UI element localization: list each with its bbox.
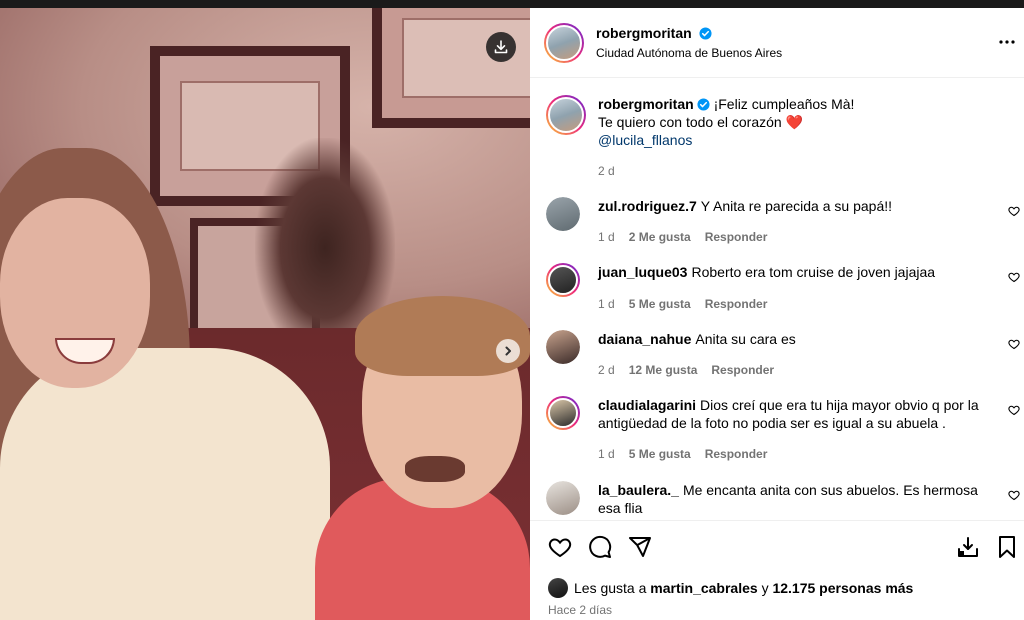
photo-picture-frame (372, 8, 530, 128)
commenter-avatar[interactable] (546, 481, 580, 515)
likes-prefix: Les gusta a (574, 580, 647, 596)
reply-button[interactable]: Responder (711, 363, 774, 377)
caption-time: 2 d (598, 164, 615, 178)
browser-top-strip (0, 0, 1024, 8)
verified-badge-icon (699, 27, 712, 40)
chevron-right-icon (505, 346, 511, 356)
comment-time: 1 d (598, 230, 615, 244)
comment-username[interactable]: zul.rodriguez.7 (598, 198, 697, 214)
comments-list[interactable]: robergmoritan ¡Feliz cumpleaños Mà! Te q… (530, 79, 1024, 519)
download-icon (494, 40, 508, 54)
share-icon[interactable] (628, 535, 652, 559)
comment-username[interactable]: claudialagarini (598, 397, 696, 413)
comment-likes[interactable]: 5 Me gusta (629, 297, 691, 311)
comment-text: Y Anita re parecida a su papá!! (700, 198, 893, 214)
liker-avatar (548, 578, 568, 598)
caption-username[interactable]: robergmoritan (598, 96, 694, 112)
download-button[interactable] (486, 32, 516, 62)
commenter-avatar[interactable] (546, 197, 580, 231)
likes-count[interactable]: 12.175 personas más (772, 580, 913, 596)
likes-and: y (761, 580, 769, 596)
heart-icon[interactable] (1008, 205, 1020, 217)
heart-emoji: ❤️ (785, 114, 804, 130)
comment-text: Roberto era tom cruise de joven jajajaa (691, 264, 936, 280)
heart-icon[interactable] (548, 535, 572, 559)
comment-time: 2 d (598, 363, 615, 377)
comment-time: 1 d (598, 447, 615, 461)
liked-by-user[interactable]: martin_cabrales (650, 580, 757, 596)
heart-icon[interactable] (1008, 271, 1020, 283)
comment-username[interactable]: daiana_nahue (598, 331, 691, 347)
post-header: robergmoritan Ciudad Autónoma de Buenos … (530, 8, 1024, 78)
author-avatar[interactable] (544, 23, 584, 63)
caption-line-2: Te quiero con todo el corazón (598, 114, 782, 130)
comment-likes[interactable]: 2 Me gusta (629, 230, 691, 244)
more-options-icon[interactable] (998, 33, 1016, 51)
author-username-row[interactable]: robergmoritan (596, 25, 712, 41)
comment-text: Anita su cara es (695, 331, 796, 347)
post-panel: robergmoritan Ciudad Autónoma de Buenos … (530, 8, 1024, 620)
heart-icon[interactable] (1008, 489, 1020, 501)
photo-boy-mouth (405, 456, 465, 482)
verified-badge-icon (697, 98, 710, 111)
comment-likes[interactable]: 5 Me gusta (629, 447, 691, 461)
author-avatar[interactable] (546, 95, 586, 135)
post-photo[interactable] (0, 8, 530, 620)
reply-button[interactable]: Responder (705, 447, 768, 461)
commenter-avatar[interactable] (546, 330, 580, 364)
posted-ago: Hace 2 días (548, 603, 613, 617)
reply-button[interactable]: Responder (705, 297, 768, 311)
comment-username[interactable]: la_baulera._ (598, 482, 679, 498)
comment-time: 1 d (598, 297, 615, 311)
post-location[interactable]: Ciudad Autónoma de Buenos Aires (596, 46, 782, 60)
photo-boy-hair (355, 296, 530, 376)
bookmark-icon[interactable] (996, 535, 1018, 559)
likes-summary[interactable]: Les gusta a martin_cabrales y 12.175 per… (548, 578, 913, 598)
photo-woman-shirt (0, 348, 330, 620)
caption-line-1: ¡Feliz cumpleaños Mà! (713, 96, 855, 112)
caption-body: robergmoritan ¡Feliz cumpleaños Mà! Te q… (598, 95, 1008, 149)
reply-button[interactable]: Responder (705, 230, 768, 244)
next-image-button[interactable] (496, 339, 520, 363)
comment-likes[interactable]: 12 Me gusta (629, 363, 698, 377)
comment-icon[interactable] (588, 535, 612, 559)
commenter-avatar[interactable] (546, 396, 580, 430)
heart-icon[interactable] (1008, 338, 1020, 350)
comment-username[interactable]: juan_luque03 (598, 264, 687, 280)
heart-icon[interactable] (1008, 404, 1020, 416)
post-actions: Les gusta a martin_cabrales y 12.175 per… (530, 520, 1024, 620)
commenter-avatar[interactable] (546, 263, 580, 297)
caption-mention[interactable]: @lucila_fllanos (598, 132, 692, 148)
author-username[interactable]: robergmoritan (596, 25, 692, 41)
save-to-collection-icon[interactable] (956, 535, 980, 559)
